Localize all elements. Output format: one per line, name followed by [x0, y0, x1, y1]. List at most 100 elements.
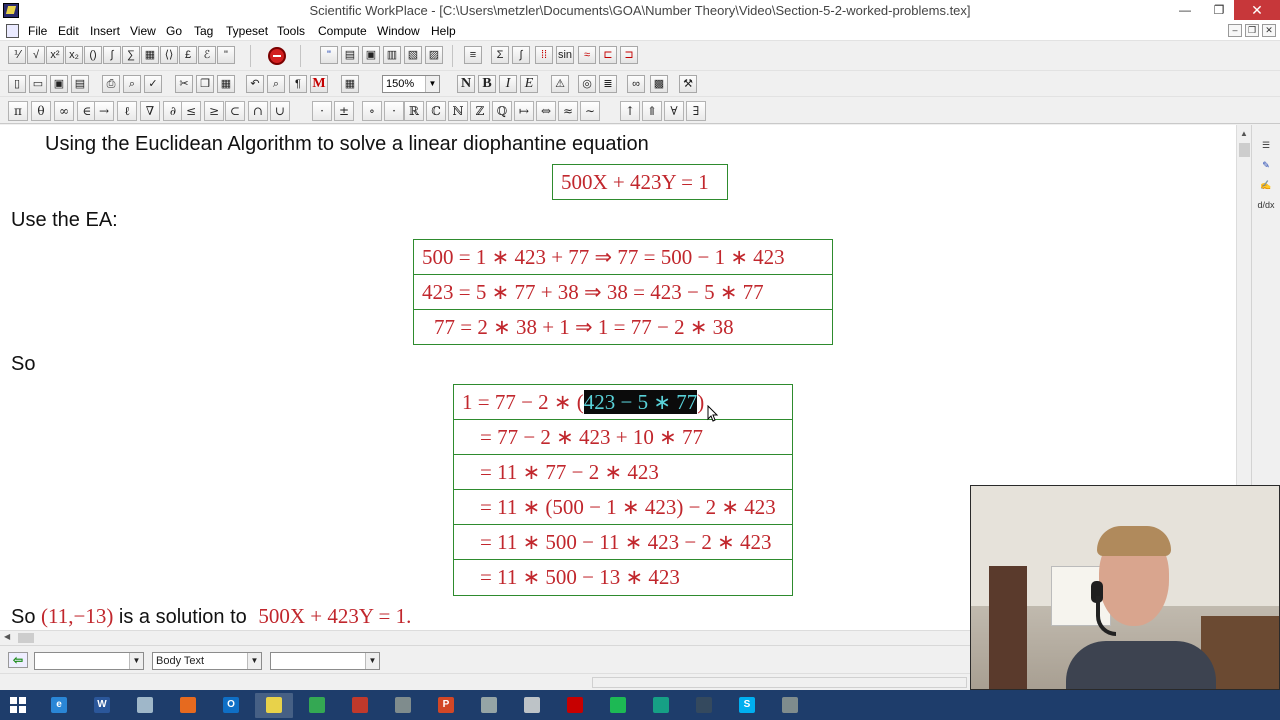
- new-file-icon[interactable]: ▯: [8, 75, 26, 93]
- taskbar-button[interactable]: [771, 693, 809, 718]
- back-arrow-icon[interactable]: ⇦: [8, 652, 28, 668]
- image-icon[interactable]: ▩: [650, 75, 668, 93]
- matrix-template-icon[interactable]: ▦: [141, 46, 159, 64]
- symbol-Uparrow-button[interactable]: ⇑: [642, 101, 662, 121]
- symbol-integers-button[interactable]: ℤ: [470, 101, 490, 121]
- windows-start-icon[interactable]: [10, 697, 26, 713]
- compute-plot2d-icon[interactable]: ⊏: [599, 46, 617, 64]
- equation-box[interactable]: 500X + 423Y = 1: [552, 164, 728, 200]
- binoculars-icon[interactable]: ◎: [578, 75, 596, 93]
- typeset-compile-icon[interactable]: ▣: [362, 46, 380, 64]
- symbol-nabla-button[interactable]: ∇: [140, 101, 160, 121]
- taskbar-button[interactable]: O: [212, 693, 250, 718]
- open-folder-icon[interactable]: ▭: [29, 75, 47, 93]
- scroll-up-icon[interactable]: ▲: [1240, 129, 1248, 138]
- symbol-arrow-button[interactable]: →: [94, 101, 114, 121]
- menu-compute[interactable]: Compute: [318, 24, 367, 38]
- copy-icon[interactable]: ❐: [196, 75, 214, 93]
- symbol-forall-button[interactable]: ∀: [664, 101, 684, 121]
- symbol-pm-button[interactable]: ±: [334, 101, 354, 121]
- hyperlink-icon[interactable]: ⚠: [551, 75, 569, 93]
- quote-mark-icon[interactable]: ": [320, 46, 338, 64]
- zoom-select[interactable]: 150% ▼: [382, 75, 440, 93]
- preview-icon[interactable]: ⌕: [123, 75, 141, 93]
- menu-go[interactable]: Go: [166, 24, 182, 38]
- symbol-cap-button[interactable]: ∩: [248, 101, 268, 121]
- normal-text-button[interactable]: N: [457, 75, 475, 93]
- menu-help[interactable]: Help: [431, 24, 456, 38]
- fragments-icon[interactable]: ☰: [1257, 137, 1275, 153]
- taskbar-button[interactable]: e: [40, 693, 78, 718]
- taskbar-button[interactable]: S: [728, 693, 766, 718]
- symbol-rationals-button[interactable]: ℚ: [492, 101, 512, 121]
- taskbar-button[interactable]: [384, 693, 422, 718]
- selected-expression[interactable]: 423 − 5 ∗ 77: [583, 390, 698, 414]
- symbol-leq-button[interactable]: ≤: [181, 101, 201, 121]
- dxdy-icon[interactable]: d/dx: [1257, 197, 1275, 213]
- symbol-geq-button[interactable]: ≥: [204, 101, 224, 121]
- chevron-down-icon[interactable]: ▼: [365, 653, 379, 669]
- taskbar-button[interactable]: [685, 693, 723, 718]
- compute-sin-cos-icon[interactable]: sin: [556, 46, 574, 64]
- symbol-pi-button[interactable]: π: [8, 101, 28, 121]
- symbol-reals-button[interactable]: ℝ: [404, 101, 424, 121]
- taskbar-button[interactable]: [255, 693, 293, 718]
- ea-table[interactable]: 500 = 1 ∗ 423 + 77 ⇒ 77 = 500 − 1 ∗ 423 …: [413, 239, 833, 345]
- horizontal-scrollbar[interactable]: ◀: [0, 630, 970, 645]
- history-icon[interactable]: ✎: [1257, 157, 1275, 173]
- close-button[interactable]: ✕: [1234, 0, 1280, 20]
- text-tag-icon[interactable]: ≣: [599, 75, 617, 93]
- italic-button[interactable]: I: [499, 75, 517, 93]
- symbol-subset-button[interactable]: ⊂: [225, 101, 245, 121]
- compute-matrix-icon[interactable]: ⁞⁞: [535, 46, 553, 64]
- paste-icon[interactable]: ▦: [217, 75, 235, 93]
- typeset-pdf-icon[interactable]: ▥: [383, 46, 401, 64]
- label-template-icon[interactable]: £: [179, 46, 197, 64]
- superscript-template-icon[interactable]: x²: [46, 46, 64, 64]
- menu-tag[interactable]: Tag: [194, 24, 213, 38]
- mdi-close-button[interactable]: ✕: [1262, 24, 1276, 37]
- symbol-naturals-button[interactable]: ℕ: [448, 101, 468, 121]
- quote-template-icon[interactable]: ": [217, 46, 235, 64]
- menu-tools[interactable]: Tools: [277, 24, 305, 38]
- back-substitution-table[interactable]: 1 = 77 − 2 ∗ (423 − 5 ∗ 77) = 77 − 2 ∗ 4…: [453, 384, 793, 596]
- symbol-theta-button[interactable]: θ: [31, 101, 51, 121]
- integral-template-icon[interactable]: ∫: [103, 46, 121, 64]
- menu-insert[interactable]: Insert: [90, 24, 120, 38]
- symbol-dot-button[interactable]: ·: [384, 101, 404, 121]
- symbol-cdot-button[interactable]: ·: [312, 101, 332, 121]
- compute-plot3d-icon[interactable]: ⊐: [620, 46, 638, 64]
- brackets-template-icon[interactable]: (): [84, 46, 102, 64]
- spell-check-icon[interactable]: ✓: [144, 75, 162, 93]
- bold-button[interactable]: B: [478, 75, 496, 93]
- scroll-left-icon[interactable]: ◀: [4, 632, 10, 641]
- item-tag-combo[interactable]: ▼: [34, 652, 144, 670]
- menu-window[interactable]: Window: [377, 24, 420, 38]
- taskbar-button[interactable]: [556, 693, 594, 718]
- menu-view[interactable]: View: [130, 24, 156, 38]
- symbol-infinity-button[interactable]: ∞: [54, 101, 74, 121]
- taskbar-button[interactable]: [169, 693, 207, 718]
- section-tag-combo[interactable]: Body Text ▼: [152, 652, 262, 670]
- taskbar-button[interactable]: [341, 693, 379, 718]
- chevron-down-icon[interactable]: ▼: [129, 653, 143, 669]
- taskbar-button[interactable]: [298, 693, 336, 718]
- symbol-ell-button[interactable]: ℓ: [117, 101, 137, 121]
- print-icon[interactable]: ⎙: [102, 75, 120, 93]
- menu-typeset[interactable]: Typeset: [226, 24, 268, 38]
- symbol-partial-button[interactable]: ∂: [163, 101, 183, 121]
- symbol-uparrow-button[interactable]: ↑: [620, 101, 640, 121]
- symbol-sim-button[interactable]: ∼: [580, 101, 600, 121]
- bracket-template-icon[interactable]: ⟨⟩: [160, 46, 178, 64]
- subscript-template-icon[interactable]: x₂: [65, 46, 83, 64]
- symbol-circ-button[interactable]: ∘: [362, 101, 382, 121]
- fraction-template-icon[interactable]: ⅟: [8, 46, 26, 64]
- text-tag-combo[interactable]: ▼: [270, 652, 380, 670]
- taskbar-button[interactable]: [599, 693, 637, 718]
- save-as-icon[interactable]: ▤: [71, 75, 89, 93]
- typeset-bib-icon[interactable]: ▨: [425, 46, 443, 64]
- cut-icon[interactable]: ✂: [175, 75, 193, 93]
- maple-icon[interactable]: M: [310, 75, 328, 93]
- maximize-button[interactable]: ❐: [1204, 0, 1234, 20]
- h-scroll-thumb[interactable]: [18, 633, 34, 643]
